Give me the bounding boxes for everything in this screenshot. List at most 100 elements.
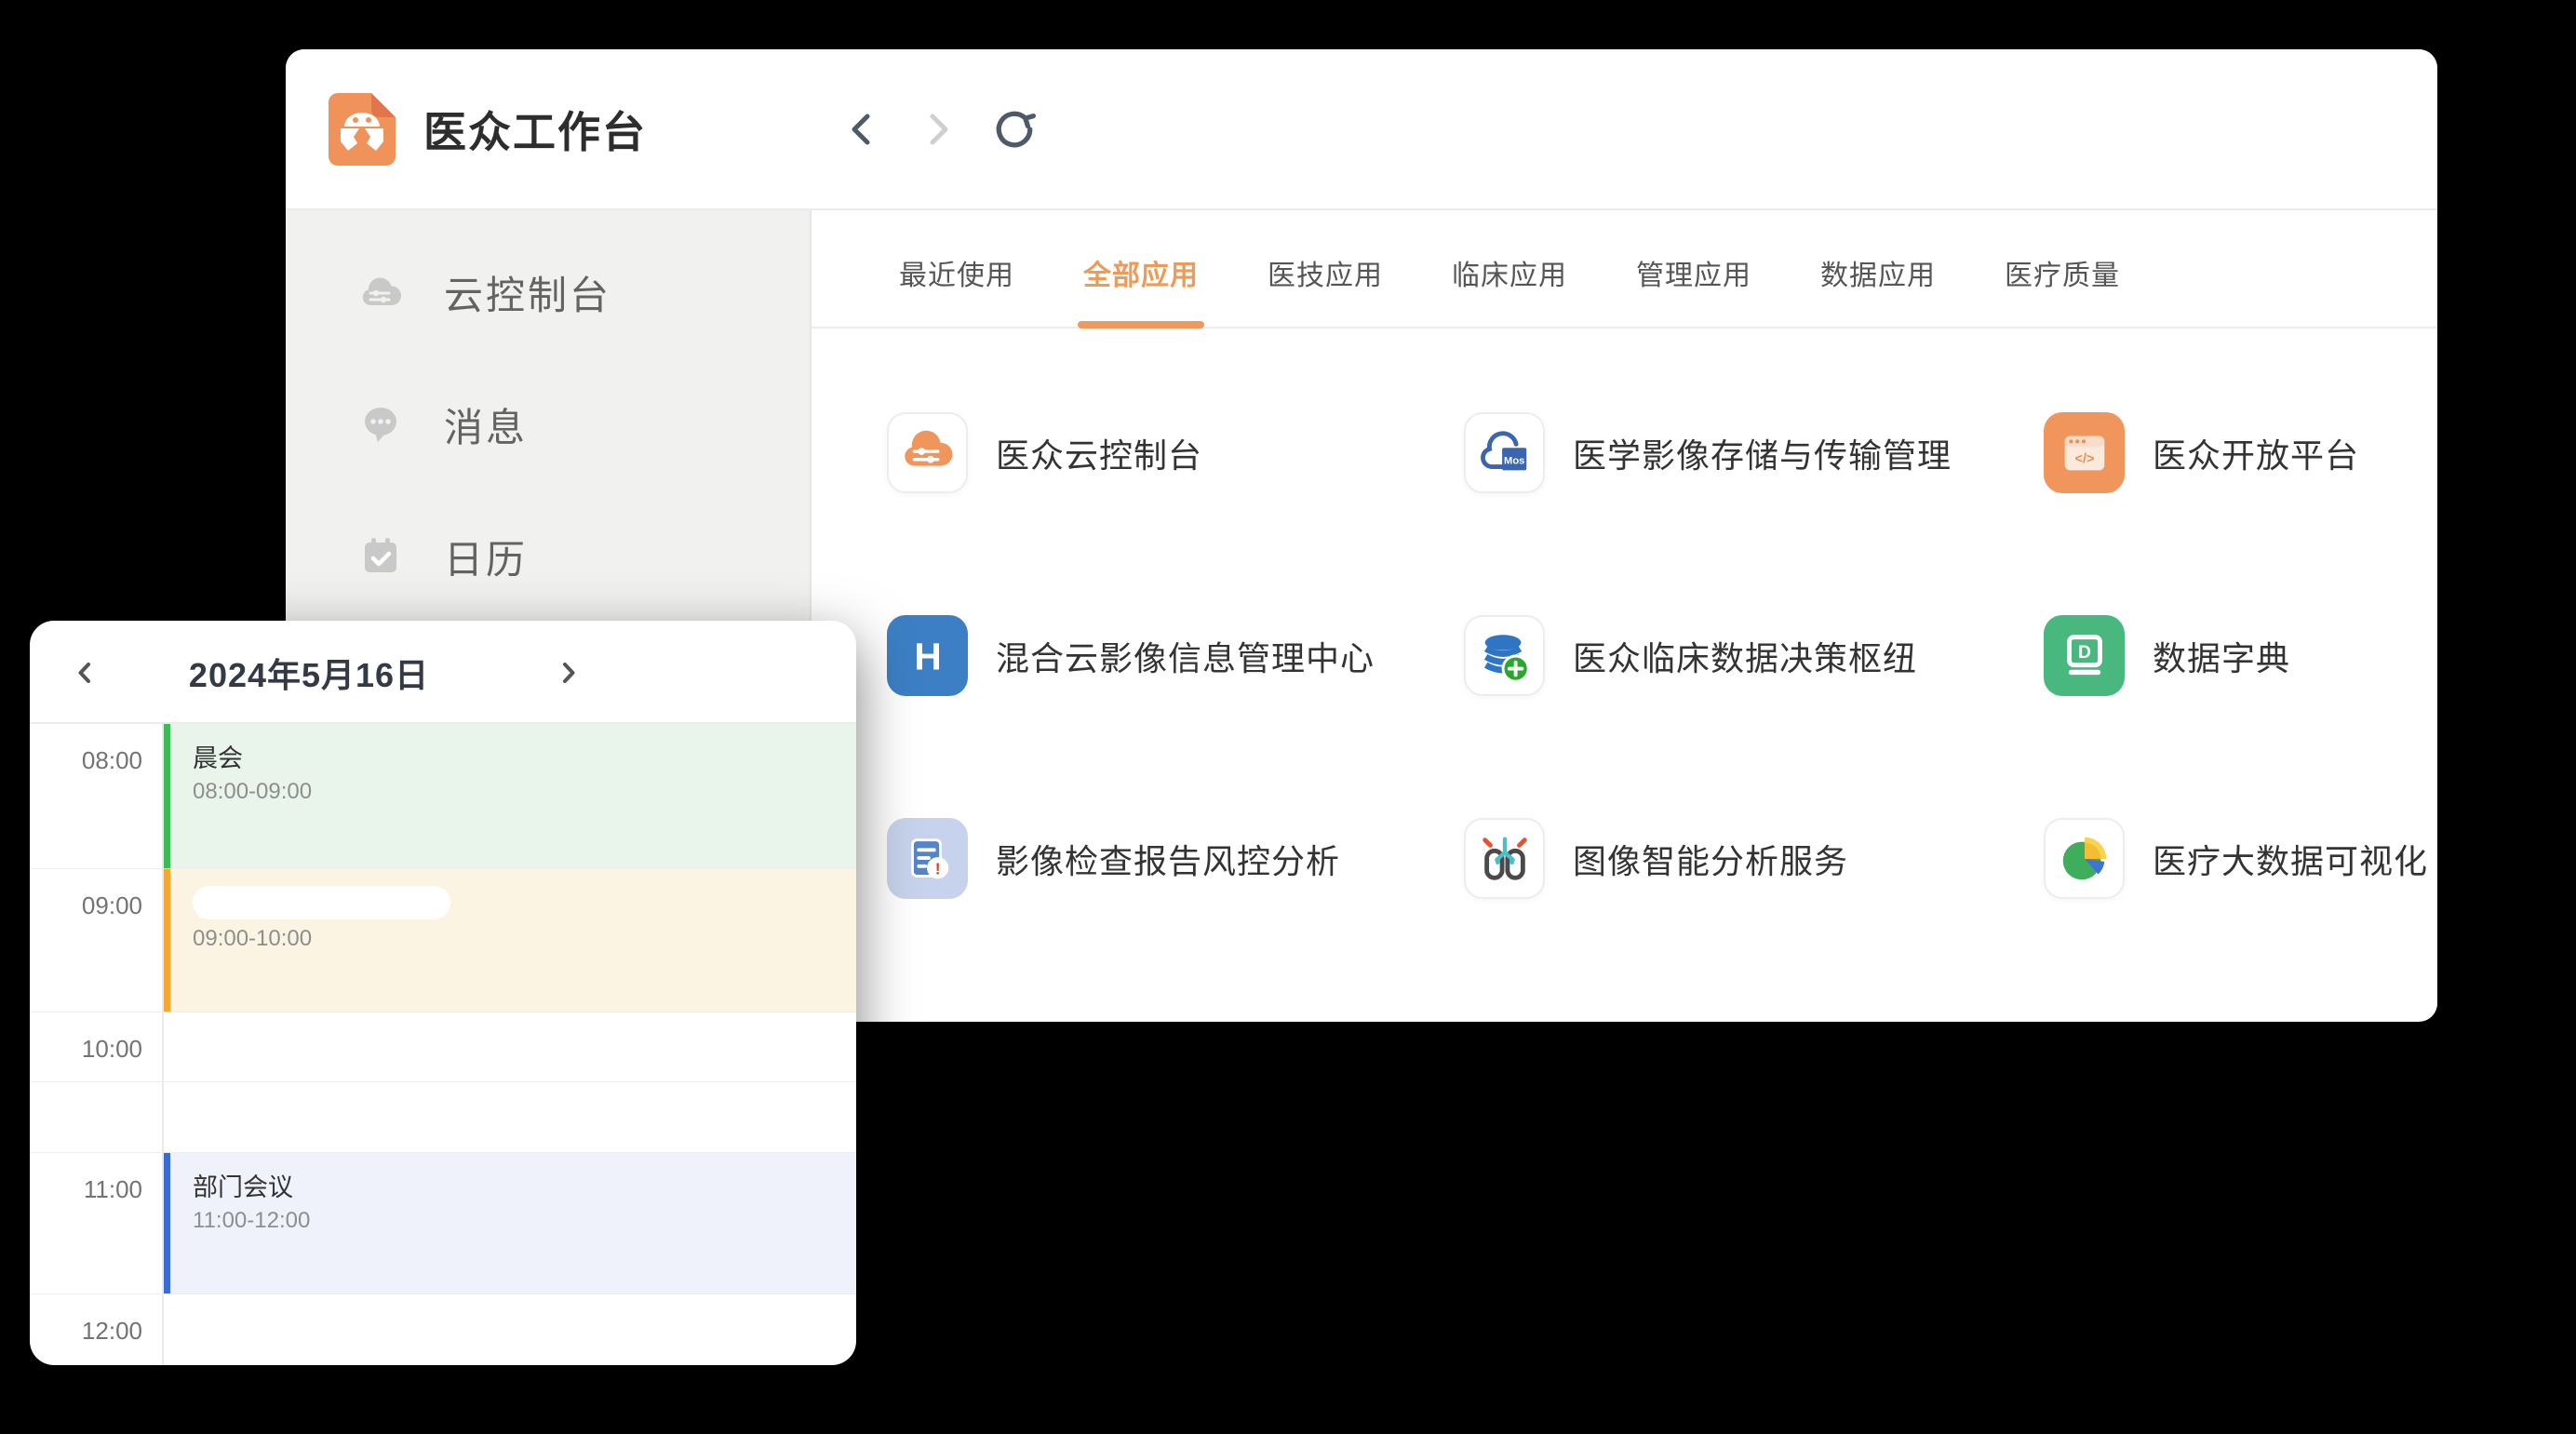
app-open-platform[interactable]: </> 医众开放平台 [2044, 412, 2437, 493]
sidebar-item-label: 消息 [444, 396, 528, 453]
database-plus-icon [1464, 615, 1545, 696]
app-cloud-console[interactable]: 医众云控制台 [887, 412, 1464, 493]
time-label: 12:00 [30, 1294, 164, 1365]
cloud-mos-icon: Mos [1464, 412, 1545, 493]
svg-text:Mos: Mos [1504, 455, 1524, 466]
calendar-header: 2024年5月16日 [30, 621, 856, 724]
app-label: 混合云影像信息管理中心 [996, 632, 1375, 680]
sidebar-item-calendar[interactable]: 日历 [286, 512, 810, 601]
tab-label: 全部应用 [1083, 261, 1199, 291]
time-label: 11:00 [30, 1153, 164, 1293]
letter-h-icon: H [887, 615, 968, 696]
event-accent-bar [164, 724, 170, 868]
event-morning-meeting[interactable]: 晨会 08:00-09:00 [164, 724, 856, 868]
event-title: 晨会 [193, 744, 856, 772]
report-alert-icon: ! [887, 818, 968, 899]
time-slot[interactable]: 晨会 08:00-09:00 [164, 724, 856, 868]
content-area: 最近使用 全部应用 医技应用 临床应用 管理应用 数据应用 医疗质量 [812, 210, 2437, 1020]
sidebar-item-label: 云控制台 [444, 264, 611, 321]
time-label: 08:00 [30, 724, 164, 868]
event-department-meeting[interactable]: 部门会议 11:00-12:00 [164, 1153, 856, 1293]
app-image-storage[interactable]: Mos 医学影像存储与传输管理 [1464, 412, 2044, 493]
cloud-settings-icon [887, 412, 968, 493]
lungs-icon [1464, 818, 1545, 899]
time-slot[interactable]: 09:00-10:00 [164, 869, 856, 1012]
svg-text:</>: </> [2074, 451, 2094, 466]
pie-chart-icon [2044, 818, 2125, 899]
tab-quality[interactable]: 医疗质量 [2005, 252, 2120, 304]
app-grid: 医众云控制台 Mos 医学影像存储与传输管理 [812, 328, 2437, 899]
calendar-row-0800: 08:00 晨会 08:00-09:00 [30, 724, 856, 868]
sidebar-item-label: 日历 [444, 529, 528, 585]
code-window-icon: </> [2044, 412, 2125, 493]
app-image-ai-analysis[interactable]: 图像智能分析服务 [1464, 818, 2044, 899]
cloud-settings-icon [358, 270, 403, 315]
desktop-background: 医众工作台 [0, 0, 2576, 1434]
tab-all-apps[interactable]: 全部应用 [1083, 252, 1199, 304]
time-slot[interactable] [164, 1012, 856, 1081]
time-slot[interactable] [164, 1082, 856, 1152]
event-accent-bar [164, 1153, 170, 1293]
sidebar-item-messages[interactable]: 消息 [286, 380, 810, 469]
app-report-risk-analysis[interactable]: ! 影像检查报告风控分析 [887, 818, 1464, 899]
app-label: 数据字典 [2153, 632, 2290, 680]
event-title-redacted-pill [193, 886, 450, 919]
chevron-left-icon [72, 659, 100, 687]
app-label: 医众云控制台 [996, 429, 1202, 477]
calendar-panel: 2024年5月16日 08:00 晨会 08:00-09:00 [30, 621, 856, 1365]
back-button[interactable] [840, 108, 883, 151]
window-title: 医众工作台 [423, 99, 647, 160]
calendar-check-icon [358, 534, 403, 579]
svg-text:D: D [2078, 641, 2091, 662]
app-label: 图像智能分析服务 [1573, 835, 1848, 883]
message-bubble-icon [358, 402, 403, 447]
dictionary-book-icon: D [2044, 615, 2125, 696]
calendar-row-1000: 10:00 [30, 1012, 856, 1081]
refresh-icon [993, 108, 1036, 151]
event-title: 部门会议 [193, 1173, 856, 1201]
refresh-button[interactable] [993, 108, 1036, 151]
app-label: 医众开放平台 [2153, 429, 2359, 477]
app-clinical-data-hub[interactable]: 医众临床数据决策枢纽 [1464, 615, 2044, 696]
app-hybrid-cloud-imaging[interactable]: H 混合云影像信息管理中心 [887, 615, 1464, 696]
event-time-range: 09:00-10:00 [193, 926, 856, 952]
chevron-right-icon [918, 109, 959, 150]
nav-group [840, 108, 1036, 151]
window-header: 医众工作台 [286, 49, 2437, 210]
app-big-data-visualization[interactable]: 医疗大数据可视化 [2044, 818, 2437, 899]
calendar-row-1200: 12:00 [30, 1293, 856, 1365]
calendar-row-0900: 09:00 09:00-10:00 [30, 868, 856, 1012]
tab-clinical[interactable]: 临床应用 [1452, 252, 1567, 304]
forward-button[interactable] [917, 108, 959, 151]
chevron-right-icon [554, 659, 582, 687]
calendar-date-label: 2024年5月16日 [141, 621, 476, 724]
chevron-left-icon [841, 109, 882, 150]
app-label: 医疗大数据可视化 [2153, 835, 2428, 883]
event-time-range: 11:00-12:00 [193, 1208, 856, 1234]
app-label: 影像检查报告风控分析 [996, 835, 1340, 883]
tab-bar: 最近使用 全部应用 医技应用 临床应用 管理应用 数据应用 医疗质量 [812, 210, 2437, 328]
svg-text:H: H [914, 635, 941, 677]
event-accent-bar [164, 869, 170, 1012]
app-data-dictionary[interactable]: D 数据字典 [2044, 615, 2437, 696]
calendar-row-1100: 11:00 部门会议 11:00-12:00 [30, 1152, 856, 1293]
app-label: 医学影像存储与传输管理 [1573, 429, 1952, 477]
time-label: 09:00 [30, 869, 164, 1012]
tab-recent[interactable]: 最近使用 [899, 252, 1014, 304]
app-logo-icon [329, 93, 396, 166]
tab-medtech[interactable]: 医技应用 [1268, 252, 1383, 304]
event-time-range: 08:00-09:00 [193, 779, 856, 805]
time-label: 10:00 [30, 1012, 164, 1081]
time-label [30, 1082, 164, 1152]
time-slot[interactable] [164, 1294, 856, 1365]
event-redacted[interactable]: 09:00-10:00 [164, 869, 856, 1012]
time-slot[interactable]: 部门会议 11:00-12:00 [164, 1153, 856, 1293]
calendar-day-grid: 08:00 晨会 08:00-09:00 09:00 09:00-10:00 [30, 724, 856, 1365]
tab-data[interactable]: 数据应用 [1820, 252, 1936, 304]
svg-text:!: ! [934, 859, 940, 878]
sidebar-item-cloud-console[interactable]: 云控制台 [286, 248, 810, 337]
calendar-row-1030 [30, 1081, 856, 1152]
tab-management[interactable]: 管理应用 [1636, 252, 1751, 304]
calendar-next-day-button[interactable] [540, 621, 596, 724]
calendar-prev-day-button[interactable] [58, 621, 114, 724]
